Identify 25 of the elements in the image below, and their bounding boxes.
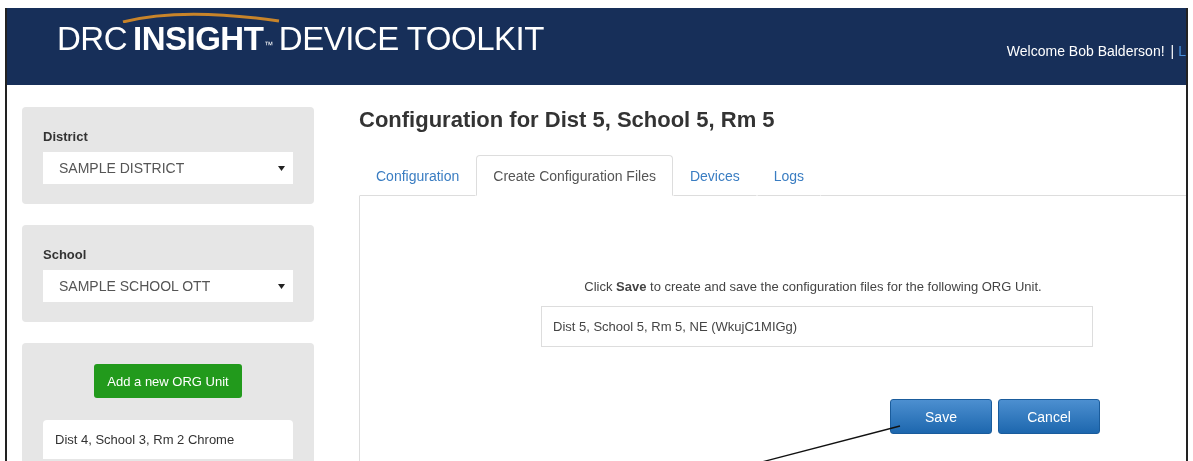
logo-text: INSIGHT	[133, 20, 264, 57]
dropdown-field[interactable]: SAMPLE SCHOOL OTT	[43, 270, 293, 302]
tab[interactable]: Configuration	[359, 155, 477, 196]
logo-text: DRC	[57, 20, 127, 57]
header-link[interactable]: L	[1178, 42, 1186, 59]
trademark-mark: ™	[264, 38, 273, 52]
org-unit-field[interactable]: Dist 5, School 5, Rm 5, NE (WkujC1MIGg)	[541, 306, 1093, 347]
page-title: Configuration for Dist 5, School 5, Rm 5	[359, 107, 776, 134]
org-unit-item[interactable]: Dist 4, School 3, Rm 2 Chrome	[43, 420, 293, 459]
cancel-button[interactable]: Cancel	[998, 399, 1100, 434]
dropdown-field[interactable]: SAMPLE DISTRICT	[43, 152, 293, 184]
add-org-unit-button[interactable]: Add a new ORG Unit	[94, 364, 242, 398]
swoosh-icon	[121, 10, 281, 23]
caret-icon	[278, 283, 285, 289]
tab[interactable]: Devices	[672, 155, 757, 196]
tab[interactable]: Logs	[756, 155, 822, 196]
welcome-text: Welcome Bob Balderson!	[1006, 42, 1165, 59]
save-button[interactable]: Save	[890, 399, 992, 434]
tab[interactable]: Create Configuration Files	[476, 155, 673, 196]
instruction-text: Click Save to create and save the configuration files for the following ORG Unit.	[584, 279, 1042, 294]
field-label: District	[43, 129, 89, 144]
logo-text: DEVICE TOOLKIT	[278, 20, 544, 57]
caret-icon	[278, 165, 285, 171]
separator-text: |	[1170, 42, 1175, 59]
field-label: School	[43, 247, 88, 262]
